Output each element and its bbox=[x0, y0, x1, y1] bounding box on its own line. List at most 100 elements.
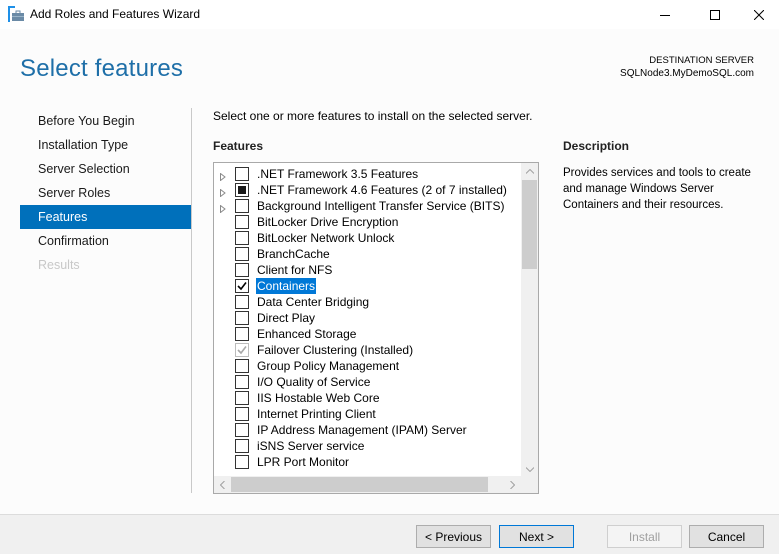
feature-row[interactable]: BitLocker Drive Encryption bbox=[214, 214, 519, 230]
description-text: Provides services and tools to create an… bbox=[563, 167, 751, 211]
feature-label[interactable]: Enhanced Storage bbox=[256, 326, 357, 342]
feature-checkbox[interactable] bbox=[235, 183, 249, 197]
nav-item-installation-type[interactable]: Installation Type bbox=[20, 133, 191, 157]
feature-row[interactable]: LPR Port Monitor bbox=[214, 454, 519, 470]
feature-label[interactable]: Background Intelligent Transfer Service … bbox=[256, 198, 505, 214]
feature-row[interactable]: Data Center Bridging bbox=[214, 294, 519, 310]
feature-checkbox[interactable] bbox=[235, 375, 249, 389]
scroll-up-button[interactable] bbox=[521, 163, 538, 180]
next-button[interactable]: Next > bbox=[499, 525, 574, 548]
horizontal-scroll-thumb[interactable] bbox=[231, 477, 488, 492]
feature-checkbox[interactable] bbox=[235, 455, 249, 469]
feature-label[interactable]: Internet Printing Client bbox=[256, 406, 377, 422]
feature-label[interactable]: I/O Quality of Service bbox=[256, 374, 371, 390]
feature-label[interactable]: Data Center Bridging bbox=[256, 294, 370, 310]
feature-label[interactable]: BranchCache bbox=[256, 246, 331, 262]
feature-row[interactable]: BitLocker Network Unlock bbox=[214, 230, 519, 246]
wizard-content: Select features DESTINATION SERVER SQLNo… bbox=[0, 29, 779, 514]
checkmark-icon bbox=[237, 346, 247, 355]
feature-label[interactable]: Direct Play bbox=[256, 310, 316, 326]
feature-label[interactable]: .NET Framework 4.6 Features (2 of 7 inst… bbox=[256, 182, 508, 198]
feature-row[interactable]: Direct Play bbox=[214, 310, 519, 326]
feature-checkbox[interactable] bbox=[235, 215, 249, 229]
feature-row[interactable]: iSNS Server service bbox=[214, 438, 519, 454]
features-heading: Features bbox=[213, 139, 264, 153]
title-bar: Add Roles and Features Wizard bbox=[0, 0, 779, 29]
feature-row[interactable]: Containers bbox=[214, 278, 519, 294]
feature-label[interactable]: .NET Framework 3.5 Features bbox=[256, 166, 419, 182]
feature-row[interactable]: I/O Quality of Service bbox=[214, 374, 519, 390]
previous-button[interactable]: < Previous bbox=[416, 525, 491, 548]
feature-label[interactable]: IIS Hostable Web Core bbox=[256, 390, 381, 406]
feature-row[interactable]: Client for NFS bbox=[214, 262, 519, 278]
feature-label[interactable]: IP Address Management (IPAM) Server bbox=[256, 422, 468, 438]
wizard-footer: < Previous Next > Install Cancel bbox=[0, 514, 779, 554]
feature-row[interactable]: .NET Framework 3.5 Features bbox=[214, 166, 519, 182]
page-title: Select features bbox=[20, 55, 184, 82]
expand-arrow-icon[interactable] bbox=[220, 202, 228, 214]
feature-checkbox[interactable] bbox=[235, 279, 249, 293]
feature-label[interactable]: Group Policy Management bbox=[256, 358, 400, 374]
nav-item-server-selection[interactable]: Server Selection bbox=[20, 157, 191, 181]
expand-arrow-icon[interactable] bbox=[220, 170, 228, 182]
feature-checkbox[interactable] bbox=[235, 311, 249, 325]
horizontal-scrollbar[interactable] bbox=[214, 476, 521, 493]
feature-row[interactable]: Group Policy Management bbox=[214, 358, 519, 374]
instruction-text: Select one or more features to install o… bbox=[213, 109, 533, 123]
scroll-left-button[interactable] bbox=[214, 476, 231, 493]
vertical-scroll-thumb[interactable] bbox=[522, 180, 537, 269]
feature-row[interactable]: Enhanced Storage bbox=[214, 326, 519, 342]
nav-item-results: Results bbox=[38, 258, 80, 272]
window-title: Add Roles and Features Wizard bbox=[30, 7, 201, 21]
feature-checkbox[interactable] bbox=[235, 327, 249, 341]
feature-checkbox[interactable] bbox=[235, 231, 249, 245]
chevron-down-icon bbox=[525, 467, 534, 472]
features-tree[interactable]: .NET Framework 3.5 Features .NET Framewor… bbox=[213, 162, 539, 494]
close-button[interactable] bbox=[736, 0, 779, 29]
maximize-icon bbox=[710, 9, 720, 20]
feature-row[interactable]: Background Intelligent Transfer Service … bbox=[214, 198, 519, 214]
feature-label[interactable]: BitLocker Drive Encryption bbox=[256, 214, 399, 230]
nav-item-server-roles[interactable]: Server Roles bbox=[20, 181, 191, 205]
nav-item-features[interactable]: Features bbox=[20, 205, 191, 229]
vertical-scrollbar[interactable] bbox=[521, 163, 538, 478]
feature-row[interactable]: Failover Clustering (Installed) bbox=[214, 342, 519, 358]
cancel-button[interactable]: Cancel bbox=[689, 525, 764, 548]
feature-row[interactable]: .NET Framework 4.6 Features (2 of 7 inst… bbox=[214, 182, 519, 198]
chevron-up-icon bbox=[525, 169, 534, 174]
feature-label[interactable]: BitLocker Network Unlock bbox=[256, 230, 395, 246]
feature-row[interactable]: IP Address Management (IPAM) Server bbox=[214, 422, 519, 438]
feature-checkbox[interactable] bbox=[235, 167, 249, 181]
destination-server-name: SQLNode3.MyDemoSQL.com bbox=[620, 68, 754, 79]
feature-checkbox[interactable] bbox=[235, 423, 249, 437]
feature-checkbox[interactable] bbox=[235, 359, 249, 373]
feature-checkbox[interactable] bbox=[235, 439, 249, 453]
nav-item-before-you-begin[interactable]: Before You Begin bbox=[20, 109, 191, 133]
feature-checkbox bbox=[235, 343, 249, 357]
feature-checkbox[interactable] bbox=[235, 391, 249, 405]
feature-checkbox[interactable] bbox=[235, 247, 249, 261]
feature-checkbox[interactable] bbox=[235, 407, 249, 421]
minimize-button[interactable] bbox=[642, 0, 688, 29]
maximize-button[interactable] bbox=[692, 0, 738, 29]
feature-row[interactable]: Internet Printing Client bbox=[214, 406, 519, 422]
feature-checkbox[interactable] bbox=[235, 263, 249, 277]
feature-label[interactable]: Failover Clustering (Installed) bbox=[256, 342, 414, 358]
checkmark-icon bbox=[237, 282, 247, 291]
scroll-right-button[interactable] bbox=[504, 476, 521, 493]
nav-item-confirmation[interactable]: Confirmation bbox=[20, 229, 191, 253]
feature-row[interactable]: BranchCache bbox=[214, 246, 519, 262]
feature-label[interactable]: LPR Port Monitor bbox=[256, 454, 350, 470]
chevron-right-icon bbox=[510, 480, 515, 489]
feature-label[interactable]: Client for NFS bbox=[256, 262, 333, 278]
feature-checkbox[interactable] bbox=[235, 295, 249, 309]
feature-label[interactable]: Containers bbox=[256, 278, 317, 294]
feature-label[interactable]: iSNS Server service bbox=[256, 438, 365, 454]
install-button: Install bbox=[607, 525, 682, 548]
expand-arrow-icon[interactable] bbox=[220, 186, 228, 198]
description-heading: Description bbox=[563, 139, 630, 153]
chevron-left-icon bbox=[220, 480, 225, 489]
feature-checkbox[interactable] bbox=[235, 199, 249, 213]
feature-row[interactable]: IIS Hostable Web Core bbox=[214, 390, 519, 406]
nav-divider bbox=[191, 108, 192, 493]
